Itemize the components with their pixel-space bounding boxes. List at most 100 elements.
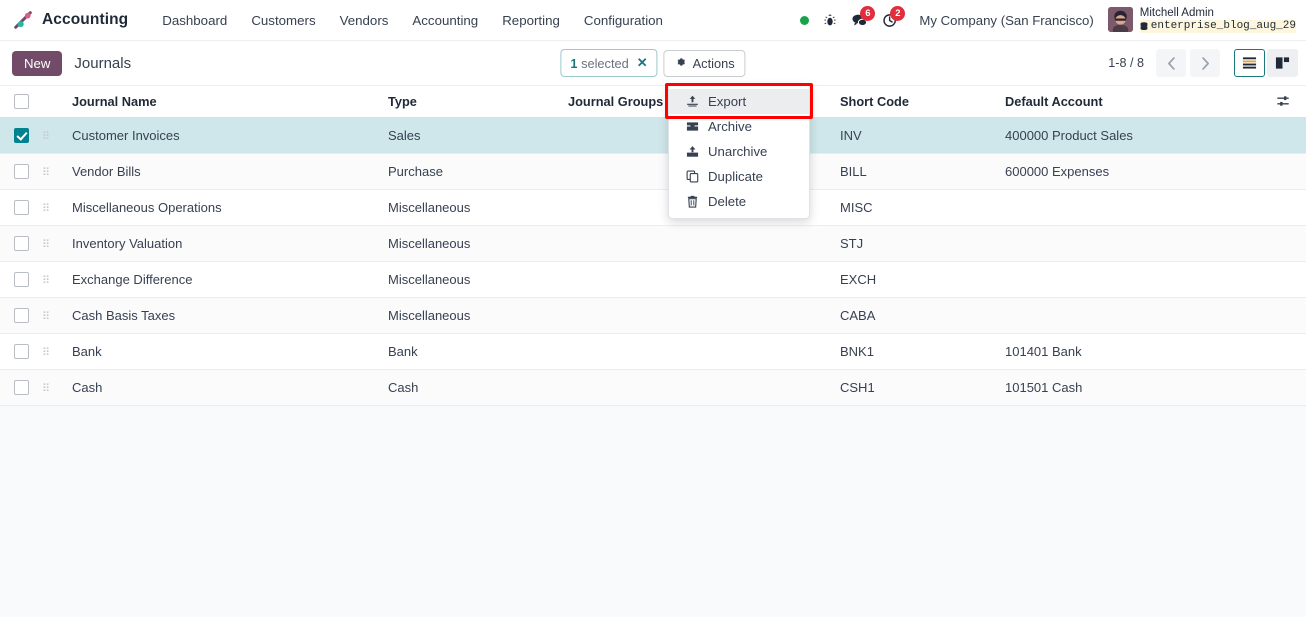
- cell-journal-name[interactable]: Miscellaneous Operations: [64, 189, 380, 226]
- cell-default-account[interactable]: 400000 Product Sales: [997, 117, 1261, 154]
- drag-handle-icon[interactable]: ⠿: [42, 167, 51, 179]
- row-drag-cell[interactable]: ⠿: [42, 369, 64, 406]
- drag-handle-icon[interactable]: ⠿: [42, 131, 51, 143]
- menu-item-configuration[interactable]: Configuration: [572, 7, 675, 34]
- menu-item-customers[interactable]: Customers: [239, 7, 327, 34]
- cell-type[interactable]: Bank: [380, 333, 560, 370]
- new-button[interactable]: New: [12, 50, 63, 76]
- column-header-default-account[interactable]: Default Account: [997, 86, 1261, 118]
- messages-icon[interactable]: 6: [844, 5, 876, 35]
- cell-journal-name[interactable]: Cash Basis Taxes: [64, 297, 380, 334]
- table-row[interactable]: ⠿ Miscellaneous Operations Miscellaneous MI…: [0, 189, 1306, 226]
- cell-journal-name[interactable]: Exchange Difference: [64, 261, 380, 298]
- row-select-cell[interactable]: [0, 225, 42, 262]
- cell-short-code[interactable]: EXCH: [832, 261, 997, 298]
- cell-default-account[interactable]: 101501 Cash: [997, 369, 1261, 406]
- row-checkbox[interactable]: [14, 272, 29, 288]
- column-header-short-code[interactable]: Short Code: [832, 86, 997, 118]
- cell-default-account[interactable]: [997, 297, 1261, 334]
- brand-home-link[interactable]: Accounting: [12, 9, 128, 31]
- cell-short-code[interactable]: STJ: [832, 225, 997, 262]
- cell-journal-name[interactable]: Cash: [64, 369, 380, 406]
- actions-button[interactable]: Actions: [663, 49, 746, 77]
- column-settings-icon[interactable]: [1269, 94, 1298, 108]
- kanban-view-button[interactable]: [1267, 49, 1298, 77]
- row-checkbox[interactable]: [14, 200, 29, 216]
- cell-short-code[interactable]: INV: [832, 117, 997, 154]
- table-row[interactable]: ⠿ Customer Invoices Sales INV 400000 Product…: [0, 117, 1306, 154]
- cell-type[interactable]: Purchase: [380, 153, 560, 190]
- drag-handle-icon[interactable]: ⠿: [42, 275, 51, 287]
- cell-type[interactable]: Cash: [380, 369, 560, 406]
- table-row[interactable]: ⠿ Cash Basis Taxes Miscellaneous CABA: [0, 297, 1306, 334]
- cell-type[interactable]: Miscellaneous: [380, 261, 560, 298]
- table-row[interactable]: ⠿ Exchange Difference Miscellaneous EXCH: [0, 261, 1306, 298]
- previous-page-button[interactable]: [1156, 49, 1186, 77]
- row-checkbox[interactable]: [14, 308, 29, 324]
- select-all-checkbox[interactable]: [14, 94, 29, 110]
- row-checkbox[interactable]: [14, 128, 29, 144]
- table-row[interactable]: ⠿ Vendor Bills Purchase BILL 600000 Expenses: [0, 153, 1306, 190]
- menu-item-reporting[interactable]: Reporting: [490, 7, 572, 34]
- company-switcher[interactable]: My Company (San Francisco): [905, 13, 1103, 28]
- cell-journal-name[interactable]: Vendor Bills: [64, 153, 380, 190]
- bug-icon[interactable]: [816, 5, 844, 35]
- table-row[interactable]: ⠿ Inventory Valuation Miscellaneous STJ: [0, 225, 1306, 262]
- cell-journal-groups[interactable]: [560, 333, 832, 370]
- menu-item-delete[interactable]: Delete: [669, 189, 809, 214]
- cell-default-account[interactable]: [997, 189, 1261, 226]
- cell-short-code[interactable]: BNK1: [832, 333, 997, 370]
- table-row[interactable]: ⠿ Cash Cash CSH1 101501 Cash: [0, 369, 1306, 406]
- drag-handle-icon[interactable]: ⠿: [42, 347, 51, 359]
- row-checkbox[interactable]: [14, 344, 29, 360]
- row-checkbox[interactable]: [14, 380, 29, 396]
- row-select-cell[interactable]: [0, 189, 42, 226]
- menu-item-vendors[interactable]: Vendors: [328, 7, 401, 34]
- selection-count-pill[interactable]: 1 selected ✕: [560, 49, 658, 77]
- row-checkbox[interactable]: [14, 164, 29, 180]
- row-select-cell[interactable]: [0, 261, 42, 298]
- cell-type[interactable]: Miscellaneous: [380, 189, 560, 226]
- cell-short-code[interactable]: CSH1: [832, 369, 997, 406]
- cell-type[interactable]: Miscellaneous: [380, 225, 560, 262]
- cell-short-code[interactable]: CABA: [832, 297, 997, 334]
- row-drag-cell[interactable]: ⠿: [42, 261, 64, 298]
- row-drag-cell[interactable]: ⠿: [42, 297, 64, 334]
- cell-type[interactable]: Miscellaneous: [380, 297, 560, 334]
- cell-journal-groups[interactable]: [560, 261, 832, 298]
- row-select-cell[interactable]: [0, 333, 42, 370]
- cell-default-account[interactable]: [997, 225, 1261, 262]
- menu-item-archive[interactable]: Archive: [669, 114, 809, 139]
- row-select-cell[interactable]: [0, 117, 42, 154]
- cell-journal-groups[interactable]: [560, 369, 832, 406]
- cell-journal-groups[interactable]: [560, 225, 832, 262]
- cell-journal-name[interactable]: Bank: [64, 333, 380, 370]
- column-header-journal-name[interactable]: Journal Name: [64, 86, 380, 118]
- table-row[interactable]: ⠿ Bank Bank BNK1 101401 Bank: [0, 333, 1306, 370]
- cell-short-code[interactable]: MISC: [832, 189, 997, 226]
- row-drag-cell[interactable]: ⠿: [42, 333, 64, 370]
- drag-handle-icon[interactable]: ⠿: [42, 311, 51, 323]
- cell-journal-name[interactable]: Customer Invoices: [64, 117, 380, 154]
- list-view-button[interactable]: [1234, 49, 1265, 77]
- menu-item-unarchive[interactable]: Unarchive: [669, 139, 809, 164]
- cell-default-account[interactable]: [997, 261, 1261, 298]
- cell-default-account[interactable]: 600000 Expenses: [997, 153, 1261, 190]
- cell-short-code[interactable]: BILL: [832, 153, 997, 190]
- cell-journal-groups[interactable]: [560, 297, 832, 334]
- activities-icon[interactable]: 2: [875, 5, 906, 35]
- menu-item-accounting[interactable]: Accounting: [400, 7, 490, 34]
- row-drag-cell[interactable]: ⠿: [42, 153, 64, 190]
- cell-default-account[interactable]: 101401 Bank: [997, 333, 1261, 370]
- cell-type[interactable]: Sales: [380, 117, 560, 154]
- next-page-button[interactable]: [1190, 49, 1220, 77]
- row-checkbox[interactable]: [14, 236, 29, 252]
- online-status-dot[interactable]: [793, 5, 816, 35]
- menu-item-dashboard[interactable]: Dashboard: [150, 7, 239, 34]
- row-drag-cell[interactable]: ⠿: [42, 225, 64, 262]
- user-menu[interactable]: Mitchell Admin enterprise_blog_aug_29: [1104, 7, 1296, 33]
- row-select-cell[interactable]: [0, 153, 42, 190]
- row-drag-cell[interactable]: ⠿: [42, 189, 64, 226]
- cell-journal-name[interactable]: Inventory Valuation: [64, 225, 380, 262]
- drag-handle-icon[interactable]: ⠿: [42, 203, 51, 215]
